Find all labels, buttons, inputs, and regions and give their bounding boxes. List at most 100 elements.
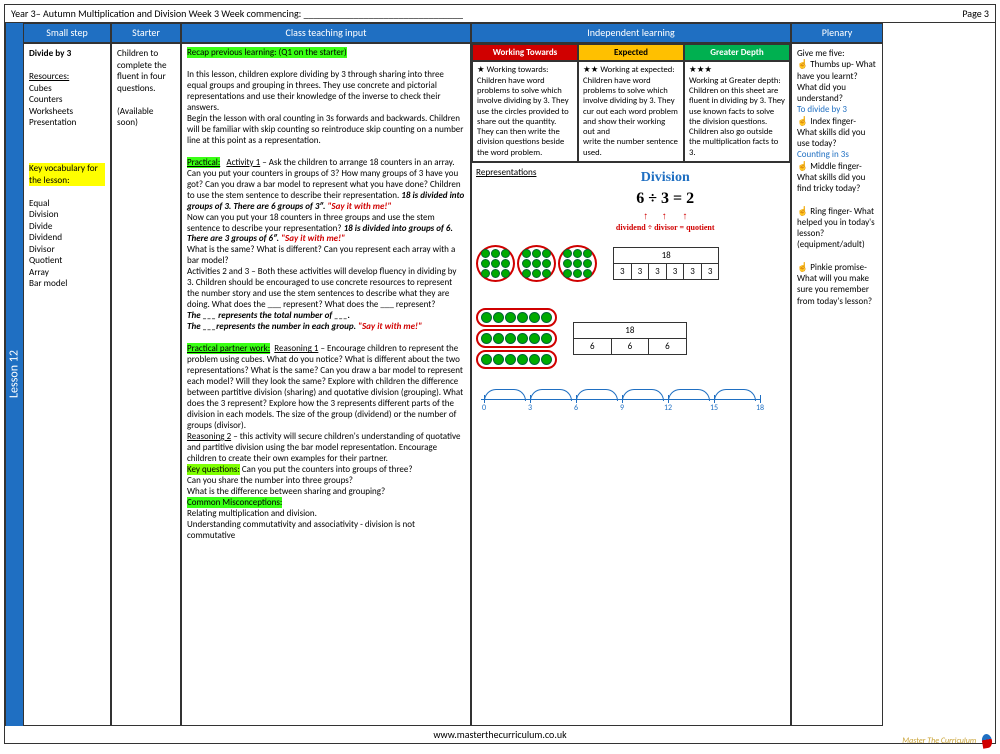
resources-heading: Resources:: [29, 71, 105, 83]
lesson-number-tab: Lesson 12: [5, 23, 23, 726]
say3: "Say it with me!": [358, 321, 422, 332]
bar-part: 6: [574, 339, 612, 355]
stem4: The ___represents the number in each gro…: [187, 321, 358, 332]
resources-list: Cubes Counters Worksheets Presentation: [29, 83, 105, 129]
star-icon: ★★: [583, 65, 598, 75]
bar-part: 3: [649, 264, 667, 280]
flame-icon: [981, 733, 993, 749]
nl-label: 15: [710, 403, 718, 413]
bar-part: 3: [631, 264, 649, 280]
brand-logo: Master The Curriculum: [902, 734, 992, 748]
reps-heading: Representations: [476, 167, 536, 179]
reasoning2-heading: Reasoning 2: [187, 431, 231, 442]
star-icon: ★: [477, 65, 485, 75]
gd-body: ★★★ Working at Greater depth: Children o…: [684, 61, 790, 162]
bar-part: 3: [701, 264, 719, 280]
starter-p2: (Available soon): [117, 106, 175, 129]
smallstep-cell: Divide by 3 Resources: Cubes Counters Wo…: [23, 43, 111, 726]
content-area: Lesson 12 Small step Starter Class teach…: [5, 23, 995, 726]
header-left: Year 3– Autumn Multiplication and Divisi…: [11, 7, 463, 20]
representations: Representations Division 6 ÷ 3 = 2 ↑ ↑ ↑…: [472, 162, 790, 725]
bar-total: 18: [614, 247, 719, 263]
page-header: Year 3– Autumn Multiplication and Divisi…: [5, 5, 995, 23]
nl-label: 6: [574, 403, 578, 413]
teaching-p2: Begin the lesson with oral counting in 3…: [187, 113, 463, 146]
activities23: Activities 2 and 3 – Both these activiti…: [187, 266, 456, 310]
col-smallstep: Small step: [23, 23, 111, 43]
say1: "Say it with me!": [327, 201, 391, 212]
barmodel-18-3parts: 18 6 6 6: [573, 322, 687, 356]
wt-text: Children have word problems to solve whi…: [477, 76, 569, 158]
col-starter: Starter: [111, 23, 181, 43]
independent-cell: Working Towards Expected Greater Depth ★…: [471, 43, 791, 726]
starter-p1: Children to complete the fluent in four …: [117, 48, 175, 94]
division-equation: 6 ÷ 3 = 2: [544, 189, 786, 209]
plenary-pinkie: ☝ Pinkie promise- What will you make sur…: [797, 262, 877, 307]
gd-text: Children on this sheet are fluent in div…: [689, 86, 785, 158]
counters-3groups: [476, 308, 557, 369]
counters-6groups: [476, 245, 597, 282]
nl-label: 3: [528, 403, 532, 413]
division-title: Division: [544, 169, 786, 187]
practical-heading: Practical:: [187, 157, 220, 168]
vocab-list: Equal Division Divide Dividend Divisor Q…: [29, 198, 105, 290]
teaching-cell: Recap previous learning: (Q1 on the star…: [181, 43, 471, 726]
bar-total: 18: [574, 322, 687, 338]
ex-header: Expected: [578, 44, 684, 61]
activity1-heading: Activity 1: [226, 157, 260, 168]
nl-label: 12: [664, 403, 672, 413]
step-title: Divide by 3: [29, 48, 105, 60]
misconceptions-heading: Common Misconceptions:: [187, 497, 282, 508]
plenary-ring: ☝ Ring finger- What helped you in today'…: [797, 206, 877, 251]
ex-body: ★★ Working at expected: Children have wo…: [578, 61, 684, 162]
wt-header: Working Towards: [472, 44, 578, 61]
gd-label: Working at Greater depth:: [689, 76, 781, 86]
ex-text: Children have word problems to solve whi…: [583, 76, 678, 158]
barmodel-18-6parts: 18 3 3 3 3 3 3: [613, 247, 719, 281]
plan-grid: Small step Starter Class teaching input …: [23, 23, 995, 726]
nl-label: 0: [482, 403, 486, 413]
teaching-p1: In this lesson, children explore dividin…: [187, 69, 444, 113]
vocab-heading: Key vocabulary for the lesson:: [29, 163, 105, 186]
lesson-plan-page: Year 3– Autumn Multiplication and Divisi…: [4, 4, 996, 744]
bar-part: 3: [684, 264, 702, 280]
ind-headers: Working Towards Expected Greater Depth: [472, 44, 790, 61]
plenary-title: Give me five:: [797, 48, 877, 59]
header-page: Page 3: [962, 7, 989, 20]
col-teaching: Class teaching input: [181, 23, 471, 43]
ind-bodies: ★ Working towards: Children have word pr…: [472, 61, 790, 162]
reasoning1-heading: Reasoning 1: [274, 343, 318, 354]
wt-label: Working towards:: [487, 65, 549, 75]
say2: "Say it with me!": [281, 233, 345, 244]
footer-url: www.masterthecurriculum.co.uk: [5, 726, 995, 743]
activity1-c: What is the same? What is different? Can…: [187, 244, 455, 266]
bar-part: 6: [611, 339, 649, 355]
nl-label: 18: [756, 403, 764, 413]
gd-header: Greater Depth: [684, 44, 790, 61]
division-labels: dividend ÷ divisor = quotient: [544, 223, 786, 233]
misconceptions: Relating multiplication and division. Un…: [187, 508, 415, 541]
plenary-thumbs: ☝ Thumbs up- What have you learnt? What …: [797, 59, 877, 104]
keyq-heading: Key questions:: [187, 464, 240, 475]
plenary-skill2: Counting in 3s: [797, 149, 877, 160]
numberline: 0 3 6 9 12 15 18: [476, 385, 766, 415]
plenary-middle: ☝ Middle finger- What skills did you fin…: [797, 161, 877, 195]
logo-text: Master The Curriculum: [902, 736, 976, 746]
starter-cell: Children to complete the fluent in four …: [111, 43, 181, 726]
partner-heading: Practical partner work:: [187, 343, 270, 354]
division-figure: Division 6 ÷ 3 = 2 ↑ ↑ ↑ dividend ÷ divi…: [544, 169, 786, 233]
col-independent: Independent learning: [471, 23, 791, 43]
reasoning1: – Encourage children to represent the pr…: [187, 343, 463, 431]
plenary-skill1: To divide by 3: [797, 104, 877, 115]
recap-heading: Recap previous learning: (Q1 on the star…: [187, 47, 347, 58]
star-icon: ★★★: [689, 65, 712, 75]
nl-label: 9: [620, 403, 624, 413]
plenary-cell: Give me five: ☝ Thumbs up- What have you…: [791, 43, 883, 726]
bar-part: 3: [614, 264, 632, 280]
bar-part: 3: [666, 264, 684, 280]
wt-body: ★ Working towards: Children have word pr…: [472, 61, 578, 162]
plenary-index: ☝ Index finger- What skills did you use …: [797, 116, 877, 150]
bar-part: 6: [649, 339, 687, 355]
col-plenary: Plenary: [791, 23, 883, 43]
stem3: The ___ represents the total number of _…: [187, 310, 350, 321]
